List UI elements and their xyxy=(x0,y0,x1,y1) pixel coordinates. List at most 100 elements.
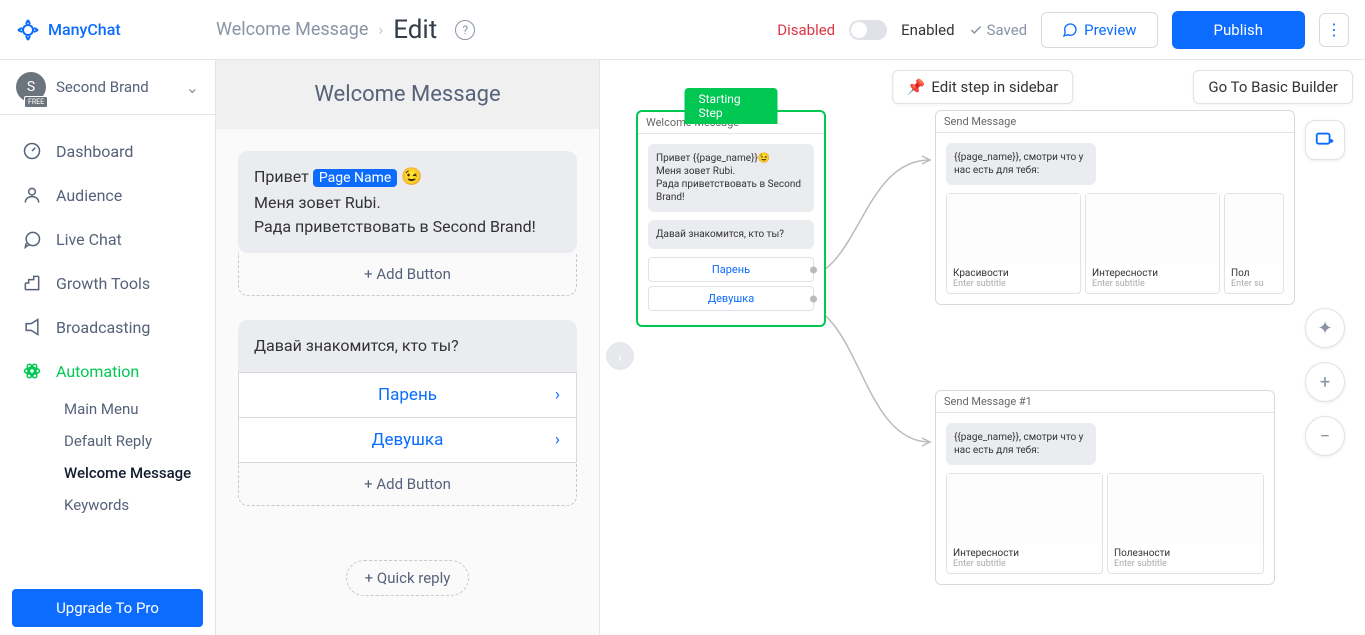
chevron-down-icon: ⌄ xyxy=(186,78,199,97)
node-msg-2: Давай знакомится, кто ты? xyxy=(648,220,814,249)
node-cards: Красивости Enter subtitle Интересности E… xyxy=(942,189,1288,298)
node-card-3[interactable]: Пол Enter su xyxy=(1224,193,1284,294)
card-subtitle: Enter subtitle xyxy=(947,279,1080,293)
collapse-panel-button[interactable]: ‹ xyxy=(606,342,634,370)
node-msg-1: Привет {{page_name}}😉 Меня зовет Rubi. Р… xyxy=(648,144,814,212)
upgrade-button[interactable]: Upgrade To Pro xyxy=(12,589,203,627)
node-card-1[interactable]: Красивости Enter subtitle xyxy=(946,193,1081,294)
node-body: Привет {{page_name}}😉 Меня зовет Rubi. Р… xyxy=(638,134,824,325)
breadcrumb: Welcome Message › Edit ? xyxy=(216,15,475,45)
msg-text-line2: Меня зовет Rubi. xyxy=(254,193,381,212)
chevron-right-icon: › xyxy=(555,385,560,405)
node-cards: Интересности Enter subtitle Полезности E… xyxy=(942,469,1268,578)
card-title: Интересности xyxy=(947,544,1102,559)
enable-toggle[interactable] xyxy=(849,20,887,40)
msg2-text: Давай знакомится, кто ты? xyxy=(254,336,459,355)
node-option-1[interactable]: Парень xyxy=(648,257,814,282)
logo[interactable]: ManyChat xyxy=(16,18,216,42)
card-subtitle: Enter su xyxy=(1225,279,1283,293)
node-card-2[interactable]: Интересности Enter subtitle xyxy=(1085,193,1220,294)
logo-text: ManyChat xyxy=(48,20,121,39)
connector-dot[interactable] xyxy=(810,266,817,273)
wand-button[interactable]: ✦ xyxy=(1305,308,1345,348)
card-title: Красивости xyxy=(947,264,1080,279)
flow-canvas[interactable]: 📌 Edit step in sidebar Go To Basic Build… xyxy=(600,60,1365,635)
brand-selector[interactable]: S FREE Second Brand ⌄ xyxy=(0,60,215,115)
brand-avatar: S FREE xyxy=(16,72,46,102)
help-icon[interactable]: ? xyxy=(455,20,475,40)
nav-dashboard[interactable]: Dashboard xyxy=(0,129,215,173)
chevron-right-icon: › xyxy=(378,20,383,39)
more-menu-button[interactable]: ⋮ xyxy=(1319,13,1349,47)
top-header: ManyChat Welcome Message › Edit ? Disabl… xyxy=(0,0,1365,60)
message-block-2[interactable]: Давай знакомится, кто ты? xyxy=(238,320,577,372)
brand-initial: S xyxy=(27,79,35,95)
nav-dashboard-label: Dashboard xyxy=(56,142,133,161)
zoom-out-button[interactable]: − xyxy=(1305,416,1345,456)
nav-growth[interactable]: Growth Tools xyxy=(0,261,215,305)
edit-step-label: Edit step in sidebar xyxy=(931,78,1058,96)
card-image xyxy=(1225,194,1283,264)
option-button-2[interactable]: Девушка › xyxy=(238,418,577,463)
node-option-2-label: Девушка xyxy=(708,292,754,305)
card-image xyxy=(1086,194,1219,264)
node-card-2[interactable]: Полезности Enter subtitle xyxy=(1107,473,1264,574)
preview-label: Preview xyxy=(1084,21,1136,39)
card-image xyxy=(1108,474,1263,544)
node-option-2[interactable]: Девушка xyxy=(648,286,814,311)
enabled-label: Enabled xyxy=(901,21,954,39)
node-msg: {{page_name}}, смотри что у нас есть для… xyxy=(946,423,1096,465)
connector-dot[interactable] xyxy=(810,295,817,302)
card-title: Полезности xyxy=(1108,544,1263,559)
basic-builder-button[interactable]: Go To Basic Builder xyxy=(1193,70,1353,104)
node-card-1[interactable]: Интересности Enter subtitle xyxy=(946,473,1103,574)
preview-button[interactable]: Preview xyxy=(1041,12,1157,48)
nav-audience-label: Audience xyxy=(56,186,122,205)
page-name-variable[interactable]: Page Name xyxy=(313,169,397,187)
card-subtitle: Enter subtitle xyxy=(1108,559,1263,573)
quick-reply-wrap: + Quick reply xyxy=(238,530,577,596)
brand-name: Second Brand xyxy=(56,78,176,96)
option2-label: Девушка xyxy=(372,430,444,450)
emoji-icon: 😉 xyxy=(401,167,422,187)
nav-mainmenu[interactable]: Main Menu xyxy=(0,393,215,425)
add-quick-reply[interactable]: + Quick reply xyxy=(346,560,470,596)
starting-step-badge: Starting Step xyxy=(685,88,778,124)
flow-node-send-message[interactable]: Send Message {{page_name}}, смотри что у… xyxy=(935,110,1295,305)
edit-step-sidebar-button[interactable]: 📌 Edit step in sidebar xyxy=(892,70,1074,104)
publish-label: Publish xyxy=(1214,21,1263,39)
canvas-controls: ✦ + − xyxy=(1305,120,1345,456)
node-body: {{page_name}}, смотри что у нас есть для… xyxy=(936,133,1294,304)
card-image xyxy=(947,194,1080,264)
msg-text: Привет xyxy=(254,167,313,186)
nav-automation[interactable]: Automation xyxy=(0,349,215,393)
nav-welcomemessage[interactable]: Welcome Message xyxy=(0,457,215,489)
node-msg: {{page_name}}, смотри что у нас есть для… xyxy=(946,143,1096,185)
nav-defaultreply[interactable]: Default Reply xyxy=(0,425,215,457)
node-title: Send Message xyxy=(936,111,1294,133)
node-title: Send Message #1 xyxy=(936,391,1274,413)
nav-livechat-label: Live Chat xyxy=(56,230,122,249)
canvas-toolbar: 📌 Edit step in sidebar xyxy=(892,70,1074,104)
msg-text-line3: Рада приветствовать в Second Brand! xyxy=(254,217,536,236)
zoom-in-button[interactable]: + xyxy=(1305,362,1345,402)
nav-livechat[interactable]: Live Chat xyxy=(0,217,215,261)
flow-node-welcome[interactable]: Starting Step Welcome Message Привет {{p… xyxy=(636,110,826,327)
nav-broadcasting[interactable]: Broadcasting xyxy=(0,305,215,349)
publish-button[interactable]: Publish xyxy=(1172,11,1305,49)
nav-broadcasting-label: Broadcasting xyxy=(56,318,150,337)
node-body: {{page_name}}, смотри что у нас есть для… xyxy=(936,413,1274,584)
nav-audience[interactable]: Audience xyxy=(0,173,215,217)
option-button-1[interactable]: Парень › xyxy=(238,372,577,418)
pin-icon: 📌 xyxy=(907,78,926,96)
disabled-label: Disabled xyxy=(777,21,835,39)
card-title: Пол xyxy=(1225,264,1283,279)
nav-keywords[interactable]: Keywords xyxy=(0,489,215,521)
new-pane-button[interactable] xyxy=(1305,120,1345,160)
add-button-2[interactable]: + Add Button xyxy=(238,463,577,506)
add-button-1[interactable]: + Add Button xyxy=(238,253,577,296)
option1-label: Парень xyxy=(378,385,437,405)
message-block-1[interactable]: Привет Page Name 😉 Меня зовет Rubi. Рада… xyxy=(238,151,577,253)
flow-node-send-message-1[interactable]: Send Message #1 {{page_name}}, смотри чт… xyxy=(935,390,1275,585)
breadcrumb-item[interactable]: Welcome Message xyxy=(216,19,368,40)
